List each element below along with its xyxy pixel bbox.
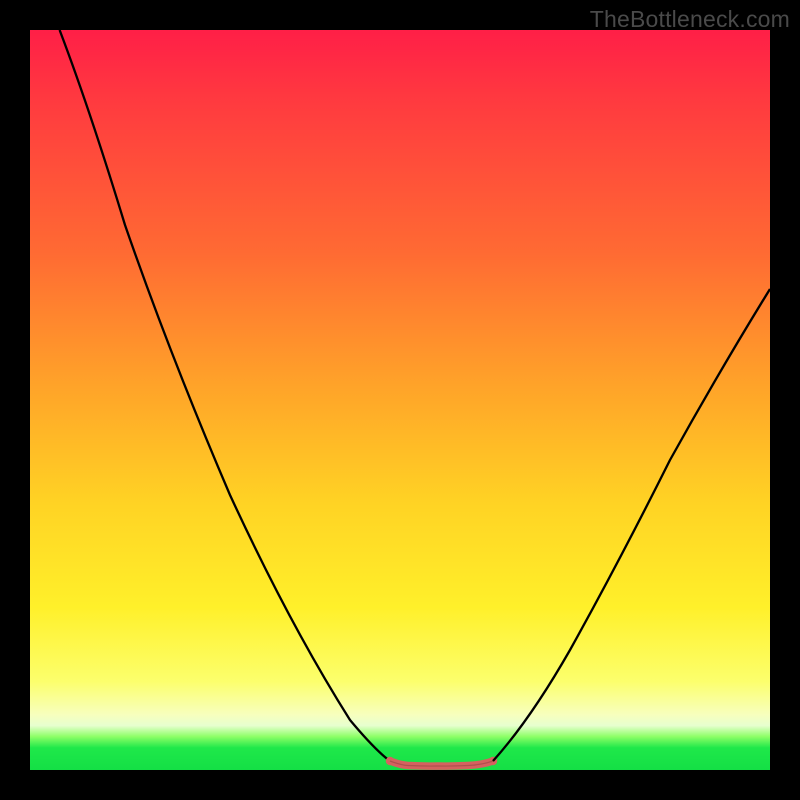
- plot-area: [30, 30, 770, 770]
- watermark-text: TheBottleneck.com: [590, 6, 790, 33]
- left-curve: [60, 30, 390, 761]
- chart-frame: TheBottleneck.com: [0, 0, 800, 800]
- right-curve: [493, 289, 770, 761]
- chart-svg: [30, 30, 770, 770]
